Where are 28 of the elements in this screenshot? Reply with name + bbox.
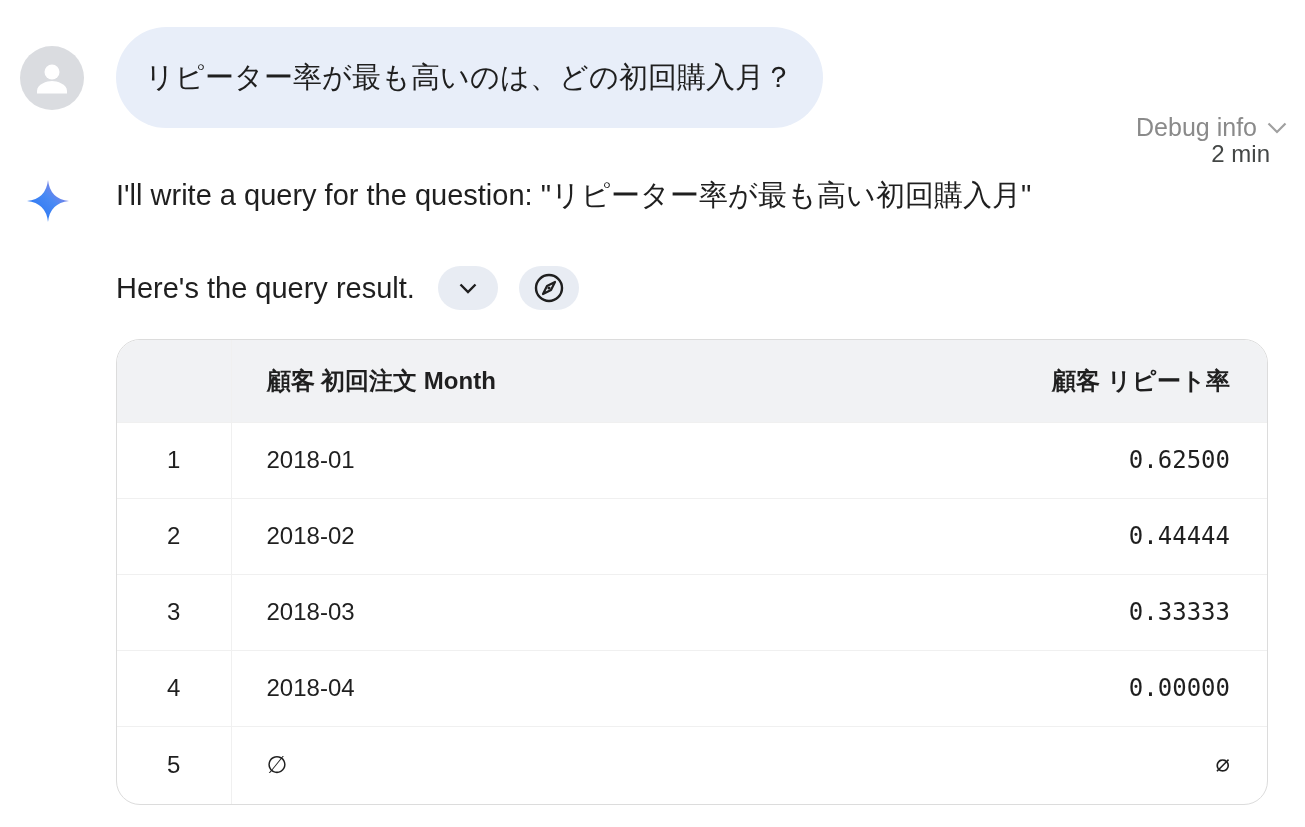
table-cell: ∅ — [797, 726, 1267, 804]
explore-button[interactable] — [518, 266, 579, 310]
table-cell: 2018-02 — [231, 498, 798, 574]
table-cell: 0.00000 — [797, 650, 1267, 726]
table-cell: 0.44444 — [797, 498, 1267, 574]
row-number: 3 — [117, 574, 231, 650]
column-header: 顧客 初回注文 Month — [231, 340, 798, 422]
user-message-bubble: リピーター率が最も高いのは、どの初回購入月？ — [116, 27, 823, 128]
table-cell: 2018-04 — [231, 650, 798, 726]
row-number: 5 — [117, 726, 231, 804]
table-cell: 2018-01 — [231, 422, 798, 498]
row-number: 4 — [117, 650, 231, 726]
avatar-icon — [20, 45, 84, 110]
compass-icon — [533, 273, 564, 303]
chevron-down-icon — [458, 282, 477, 294]
row-number: 2 — [117, 498, 231, 574]
debug-info-button[interactable]: Debug info — [1136, 114, 1287, 141]
column-header: 顧客 リピート率 — [797, 340, 1267, 422]
sparkle-icon — [27, 180, 69, 222]
response-text: Here's the query result. — [116, 271, 415, 306]
chevron-down-icon — [1267, 121, 1287, 134]
table-cell: ∅ — [231, 726, 798, 804]
response-text: I'll write a query for the question: "リピーター率が最も高い初回購入月" — [116, 178, 1033, 213]
table-cell: 0.62500 — [797, 422, 1267, 498]
table-cell: 2018-03 — [231, 574, 798, 650]
row-number: 1 — [117, 422, 231, 498]
table-cell: 0.33333 — [797, 574, 1267, 650]
timestamp: 2 min — [1211, 141, 1270, 166]
